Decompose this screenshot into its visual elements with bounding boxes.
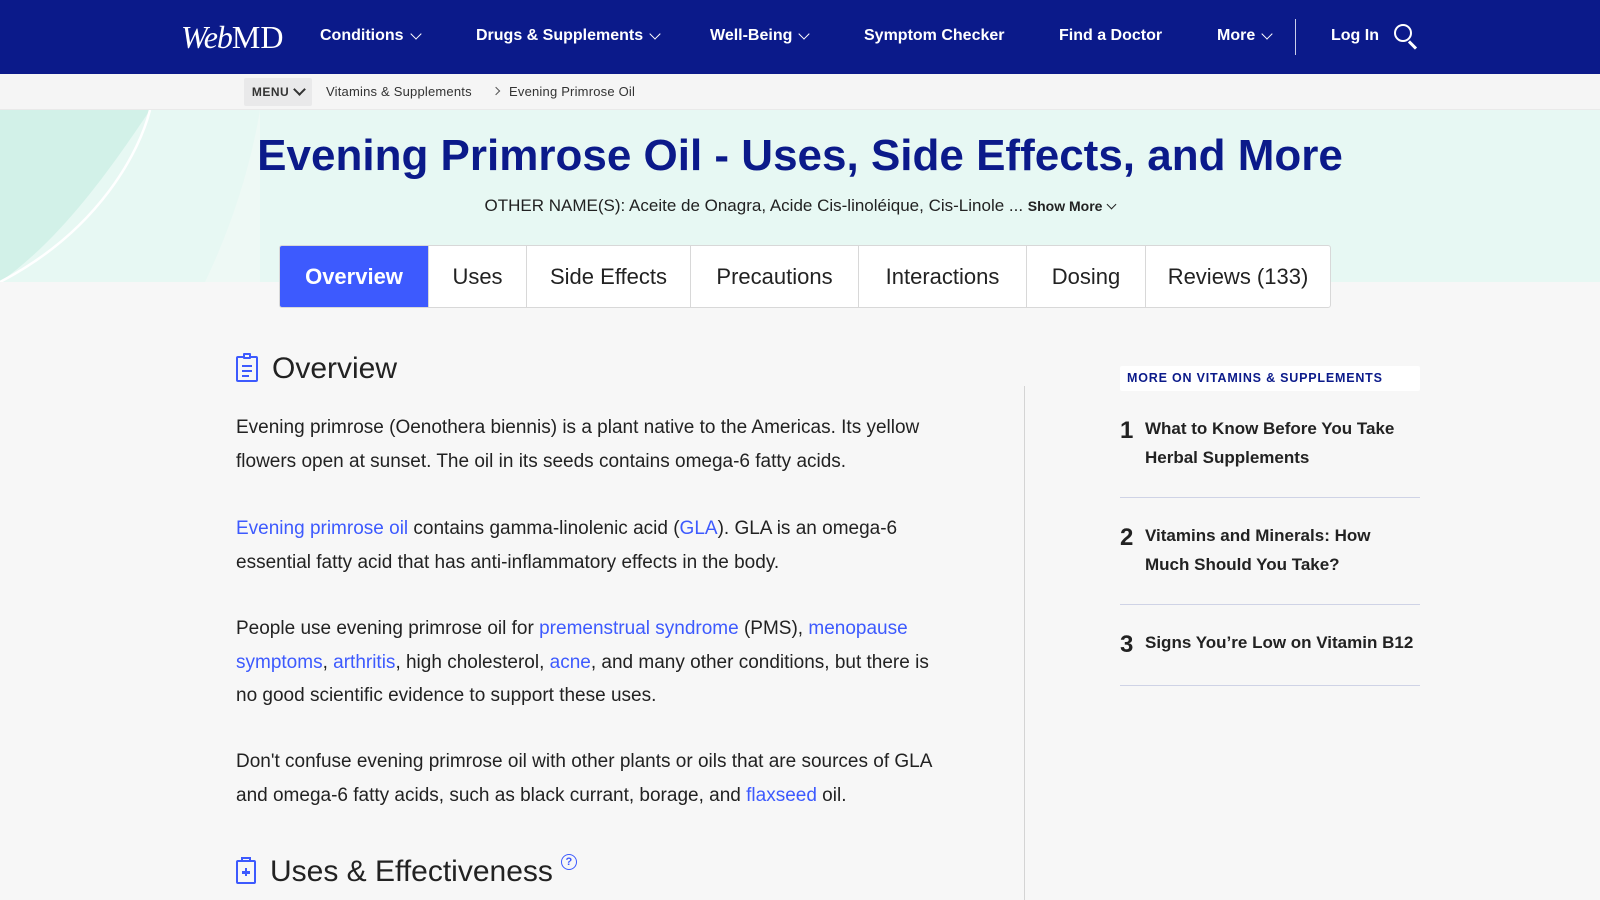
chevron-right-icon [491,86,501,96]
overview-heading-row: Overview [236,352,397,386]
nav-more-label: More [1217,27,1256,44]
chevron-down-icon [798,28,811,40]
link-premenstrual-syndrome[interactable]: premenstrual syndrome [539,618,739,639]
sidebar-item-3[interactable]: 3 Signs You’re Low on Vitamin B12 [1120,624,1420,686]
other-names: OTHER NAME(S): Aceite de Onagra, Acide C… [0,193,1600,219]
sidebar-item-number: 2 [1120,524,1134,551]
sidebar-item-title: What to Know Before You Take Herbal Supp… [1145,419,1395,467]
other-names-text: OTHER NAME(S): Aceite de Onagra, Acide C… [484,196,1024,215]
chevron-down-icon [293,83,307,96]
overview-paragraph-2: Evening primrose oil contains gamma-lino… [236,518,898,573]
breadcrumb-bar: MENU Vitamins & Supplements Evening Prim… [0,74,1600,110]
logo-text: Web [181,19,233,55]
show-more-label: Show More [1027,198,1103,214]
content-tabs: Overview Uses Side Effects Precautions I… [279,245,1331,308]
overview-paragraph-4: Don't confuse evening primrose oil with … [236,751,932,806]
breadcrumb-current-page: Evening Primrose Oil [509,84,636,99]
overview-paragraph-3: People use evening primrose oil for prem… [236,618,929,706]
chevron-down-icon [649,28,661,40]
webmd-logo[interactable]: WebMD [181,17,283,57]
nav-find-doctor-label: Find a Doctor [1059,27,1163,44]
link-flaxseed[interactable]: flaxseed [746,785,817,806]
top-navigation: WebMD Conditions Drugs & Supplements Wel… [0,0,1600,74]
nav-drugs-supplements[interactable]: Drugs & Supplements [476,24,661,48]
sidebar-item-title: Vitamins and Minerals: How Much Should Y… [1145,526,1371,574]
uses-effectiveness-heading: Uses & Effectiveness [270,855,553,888]
tab-uses[interactable]: Uses [429,246,527,307]
chevron-down-icon [1261,28,1273,40]
nav-drugs-label: Drugs & Supplements [476,27,644,44]
tab-reviews[interactable]: Reviews (133) [1146,246,1330,307]
sidebar-item-number: 3 [1120,631,1134,658]
overview-heading: Overview [272,352,398,385]
nav-find-a-doctor[interactable]: Find a Doctor [1059,24,1162,48]
sidebar-item-number: 1 [1120,417,1134,444]
sidebar-item-1[interactable]: 1 What to Know Before You Take Herbal Su… [1120,410,1420,498]
nav-symptom-checker[interactable]: Symptom Checker [864,24,1005,48]
sidebar-heading: MORE ON VITAMINS & SUPPLEMENTS [1120,366,1420,391]
breadcrumb-vitamins-supplements[interactable]: Vitamins & Supplements [326,83,472,101]
chevron-down-icon [1107,199,1117,210]
page-title: Evening Primrose Oil - Uses, Side Effect… [257,131,1343,180]
clipboard-icon [236,353,258,382]
menu-button[interactable]: MENU [244,78,312,106]
nav-divider [1295,19,1296,55]
nav-conditions[interactable]: Conditions [320,24,422,48]
nav-well-being[interactable]: Well-Being [710,24,811,48]
menu-label: MENU [251,85,290,99]
link-arthritis[interactable]: arthritis [333,652,395,673]
sidebar-item-2[interactable]: 2 Vitamins and Minerals: How Much Should… [1120,517,1420,605]
nav-well-being-label: Well-Being [710,27,793,44]
logo-suffix: MD [231,19,284,55]
tab-interactions[interactable]: Interactions [859,246,1027,307]
show-more-button[interactable]: Show More [1027,198,1117,214]
link-evening-primrose-oil[interactable]: Evening primrose oil [236,518,408,539]
nav-conditions-label: Conditions [320,27,404,44]
column-divider [1024,386,1025,900]
help-icon[interactable]: ? [560,854,577,870]
overview-paragraph-1: Evening primrose (Oenothera biennis) is … [236,417,920,472]
tab-precautions[interactable]: Precautions [691,246,859,307]
link-acne[interactable]: acne [550,652,591,673]
nav-symptom-checker-label: Symptom Checker [864,27,1005,44]
link-gla[interactable]: GLA [680,518,718,539]
search-icon[interactable] [1394,24,1420,50]
login-label: Log In [1331,27,1379,44]
sidebar-item-title: Signs You’re Low on Vitamin B12 [1145,633,1414,652]
medical-plus-icon [236,857,256,884]
chevron-down-icon [409,28,422,40]
tab-dosing[interactable]: Dosing [1027,246,1146,307]
tab-overview[interactable]: Overview [280,246,429,307]
uses-heading-row: Uses & Effectiveness ? [236,854,577,889]
tab-side-effects[interactable]: Side Effects [527,246,691,307]
login-link[interactable]: Log In [1331,24,1379,48]
nav-more[interactable]: More [1217,24,1273,48]
